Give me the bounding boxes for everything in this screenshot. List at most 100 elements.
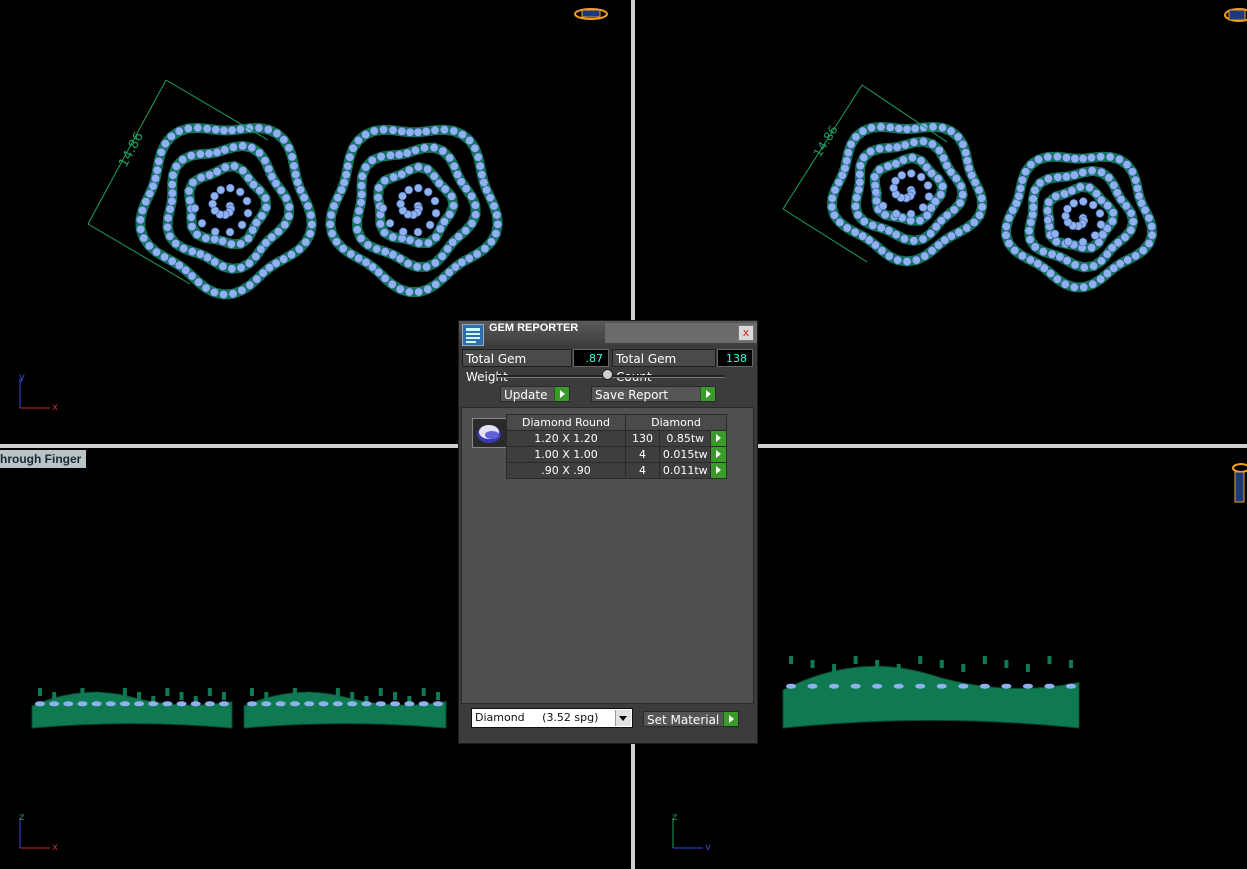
- viewport-label[interactable]: hrough Finger: [0, 450, 87, 468]
- gem: [119, 701, 130, 707]
- metal-band: [243, 691, 447, 729]
- gem: [928, 122, 938, 132]
- gem: [897, 171, 907, 180]
- gem: [492, 210, 502, 220]
- gem: [136, 224, 146, 234]
- gem: [464, 253, 474, 263]
- gem: [1026, 217, 1036, 227]
- prong: [350, 692, 355, 700]
- prong: [250, 688, 254, 696]
- gem: [1061, 153, 1071, 163]
- round-diamond-icon[interactable]: [472, 418, 507, 448]
- play-arrow-icon: [723, 712, 738, 726]
- gem: [256, 244, 266, 254]
- gem: [329, 201, 339, 211]
- gem: [397, 169, 407, 179]
- gem: [1131, 251, 1141, 261]
- dialog-title-bar[interactable]: GEM REPORTER x: [459, 321, 757, 346]
- prong: [853, 656, 858, 664]
- material-select[interactable]: Diamond (3.52 spg): [471, 708, 633, 728]
- gem: [395, 284, 405, 294]
- gem: [885, 123, 895, 133]
- gem: [194, 277, 204, 287]
- gem: [891, 159, 901, 169]
- gem: [1138, 246, 1148, 256]
- gem: [1095, 209, 1105, 218]
- gem: [423, 284, 433, 294]
- gem: [202, 124, 212, 134]
- table-row[interactable]: 1.00 X 1.00 4 0.015tw: [506, 446, 727, 463]
- gem: [361, 130, 371, 140]
- table-row[interactable]: 1.20 X 1.20 130 0.85tw: [506, 430, 727, 447]
- gem: [918, 234, 928, 244]
- gem: [438, 146, 448, 156]
- gem: [160, 139, 170, 149]
- gem: [1121, 201, 1131, 211]
- gem: [437, 251, 447, 261]
- gem: [279, 254, 289, 264]
- gem: [430, 258, 440, 268]
- gem: [332, 701, 343, 707]
- slider-handle[interactable]: [602, 369, 613, 380]
- gem: [152, 165, 162, 175]
- gem: [1079, 282, 1089, 292]
- gem: [151, 173, 161, 183]
- table-row[interactable]: .90 X .90 4 0.011tw: [506, 462, 727, 479]
- gem: [264, 164, 274, 174]
- gem: [491, 229, 501, 239]
- gem: [327, 229, 337, 239]
- gem: [419, 143, 429, 153]
- gem: [1147, 222, 1157, 232]
- gem: [375, 701, 386, 707]
- gem: [1051, 237, 1061, 247]
- gem: [1051, 191, 1061, 201]
- gem: [429, 143, 439, 153]
- gem: [293, 177, 303, 187]
- earring-side-profile: [243, 688, 447, 729]
- gem: [902, 256, 912, 266]
- view-cube-icon[interactable]: [1231, 460, 1247, 510]
- select-row-arrow-icon[interactable]: [710, 430, 727, 447]
- update-button[interactable]: Update: [500, 386, 570, 402]
- view-cube-icon[interactable]: [1223, 4, 1247, 26]
- gem: [201, 283, 211, 293]
- close-button[interactable]: x: [738, 325, 754, 341]
- gem: [1126, 208, 1136, 218]
- prong: [939, 660, 944, 668]
- gem: [325, 219, 335, 229]
- view-cube-icon[interactable]: [572, 6, 610, 22]
- gem: [1089, 261, 1099, 271]
- set-material-button[interactable]: Set Material: [643, 711, 739, 727]
- dimension-label: 14.86: [116, 130, 147, 170]
- gem: [1033, 259, 1043, 269]
- dropdown-arrow-icon[interactable]: [615, 710, 631, 726]
- gem: [226, 239, 236, 249]
- gem: [341, 170, 351, 180]
- gem: [363, 240, 373, 250]
- total-gem-count-label: Total Gem Count: [612, 349, 716, 384]
- gem: [357, 190, 367, 200]
- gem: [178, 155, 188, 165]
- gem: [1096, 152, 1106, 162]
- gem: [361, 257, 371, 267]
- gem: [390, 701, 401, 707]
- gem: [208, 199, 217, 209]
- gem: [227, 264, 237, 274]
- gem: [186, 151, 196, 161]
- gem: [211, 125, 221, 135]
- gem: [926, 229, 936, 239]
- gem: [429, 171, 439, 181]
- gem: [927, 139, 937, 149]
- gem: [414, 238, 424, 248]
- gem: [876, 223, 886, 233]
- gem: [859, 216, 869, 226]
- gem: [949, 205, 959, 215]
- gem: [431, 208, 441, 218]
- prong: [1025, 664, 1030, 672]
- gem: [225, 227, 235, 237]
- select-row-arrow-icon[interactable]: [710, 446, 727, 463]
- gem: [190, 204, 200, 213]
- select-row-arrow-icon[interactable]: [710, 462, 727, 479]
- gem: [1070, 260, 1080, 270]
- save-report-button[interactable]: Save Report: [591, 386, 716, 402]
